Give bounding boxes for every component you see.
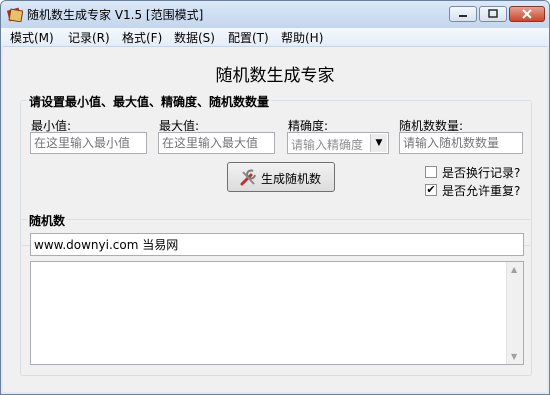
app-icon	[7, 7, 23, 22]
results-group-title: 随机数	[27, 212, 68, 229]
count-input[interactable]	[399, 132, 523, 154]
title-bar[interactable]: 随机数生成专家 V1.5 [范围模式]	[1, 1, 549, 28]
precision-select[interactable]: 请输入精确度 ▼	[287, 132, 389, 154]
allow-duplicates-checkbox[interactable]: ✔	[425, 184, 437, 196]
checkmark-icon: ✔	[426, 183, 436, 196]
menu-mode[interactable]: 模式(M)	[10, 29, 54, 46]
page-heading: 随机数生成专家	[215, 66, 335, 86]
result-output-area[interactable]: ▲ ▼	[30, 261, 524, 365]
menu-format[interactable]: 格式(F)	[122, 29, 162, 46]
line-break-label: 是否换行记录?	[442, 166, 521, 180]
chevron-down-icon: ▼	[370, 134, 387, 152]
tools-icon	[240, 169, 256, 186]
main-panel: 随机数生成专家 请设置最小值、最大值、精确度、随机数数量 最小值: 最大值: 精…	[3, 46, 547, 392]
app-window: 随机数生成专家 V1.5 [范围模式] 模式(M) 记录(R) 格式(F) 数据…	[0, 0, 550, 395]
close-button[interactable]	[509, 6, 545, 22]
max-input[interactable]	[158, 132, 275, 154]
menu-help[interactable]: 帮助(H)	[281, 29, 323, 46]
generate-button[interactable]: 生成随机数	[227, 162, 335, 192]
precision-selected-value: 请输入精确度	[291, 138, 364, 152]
line-break-checkbox[interactable]	[425, 166, 437, 178]
min-input[interactable]	[30, 132, 147, 154]
window-title: 随机数生成专家 V1.5 [范围模式]	[27, 8, 204, 22]
menu-data[interactable]: 数据(S)	[174, 29, 215, 46]
scroll-down-icon[interactable]: ▼	[511, 352, 517, 361]
close-icon	[522, 9, 532, 19]
result-input[interactable]	[30, 233, 524, 256]
menu-record[interactable]: 记录(R)	[68, 29, 110, 46]
settings-group-title: 请设置最小值、最大值、精确度、随机数数量	[27, 93, 272, 110]
menu-bar: 模式(M) 记录(R) 格式(F) 数据(S) 配置(T) 帮助(H)	[1, 28, 549, 46]
maximize-icon	[488, 9, 498, 18]
minimize-button[interactable]	[449, 6, 477, 22]
generate-button-label: 生成随机数	[261, 172, 322, 186]
allow-duplicates-label: 是否允许重复?	[442, 184, 521, 198]
maximize-button[interactable]	[479, 6, 507, 22]
vertical-scrollbar[interactable]: ▲ ▼	[506, 262, 523, 364]
results-group: 随机数 ▲ ▼	[20, 212, 532, 376]
scroll-up-icon[interactable]: ▲	[511, 265, 517, 274]
menu-config[interactable]: 配置(T)	[228, 29, 269, 46]
minimize-icon	[459, 15, 467, 17]
